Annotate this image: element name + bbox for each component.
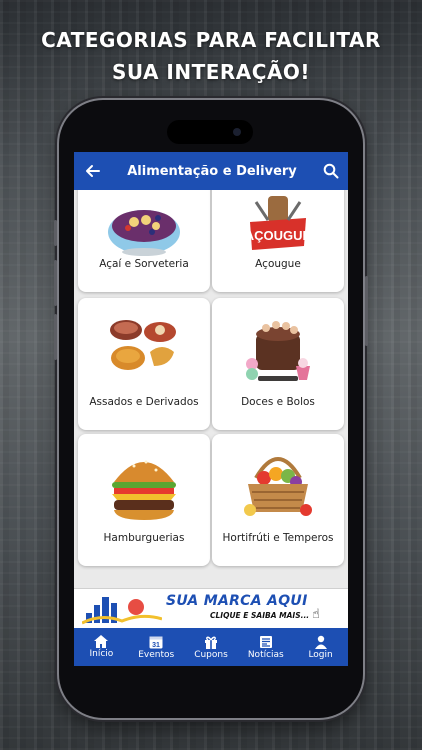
nav-label: Notícias [247,649,284,660]
phone-button [54,314,57,360]
burger-icon [112,460,176,520]
category-grid: Açaí e Sorveteria AÇOUGUE Açougue Assado… [74,190,348,588]
phone-button [365,276,368,346]
app-screen: Alimentação e Delivery Açaí e Sorveteria [74,152,348,666]
user-icon [314,635,327,649]
produce-basket-icon [244,457,312,516]
search-icon[interactable] [314,152,348,190]
app-bar: Alimentação e Delivery [74,152,348,190]
bh-city-logo [82,597,162,625]
category-label: Hamburguerias [103,532,185,544]
ad-banner[interactable]: SUA MARCA AQUI CLIQUE E SAIBA MAIS... ☝ [74,588,348,630]
category-label: Doces e Bolos [241,396,315,408]
category-card-hortifruti[interactable]: Hortifrúti e Temperos [212,434,344,566]
category-card-assados[interactable]: Assados e Derivados [78,298,210,430]
phone-frame: Alimentação e Delivery Açaí e Sorveteria [54,100,368,718]
dynamic-island [167,120,253,144]
phone-button [54,260,57,306]
bottom-navigation: Início 31 Eventos Cupons Notícias Login [74,628,348,666]
nav-login[interactable]: Login [293,628,348,666]
nav-noticias[interactable]: Notícias [238,628,293,666]
nav-eventos[interactable]: 31 Eventos [129,628,184,666]
category-card-acougue[interactable]: AÇOUGUE Açougue [212,190,344,292]
nav-label: Início [89,649,114,659]
arrow-left-icon[interactable] [74,152,110,190]
calendar-icon: 31 [149,636,163,649]
butcher-sign-text: AÇOUGUE [245,228,312,243]
cake-icon [246,321,310,381]
nav-label: Login [308,649,333,660]
home-icon [94,635,109,648]
page-title: Alimentação e Delivery [127,163,297,179]
category-label: Açougue [255,258,301,270]
roasts-icon [110,320,176,370]
category-card-hamburguerias[interactable]: Hamburguerias [78,434,210,566]
headline-line-1: CATEGORIAS PARA FACILITAR [41,28,381,52]
calendar-day: 31 [152,642,160,649]
banner-subline: CLIQUE E SAIBA MAIS... [210,611,310,620]
phone-button [54,220,57,246]
category-card-acai[interactable]: Açaí e Sorveteria [78,190,210,292]
category-label: Assados e Derivados [89,396,199,408]
category-label: Hortifrúti e Temperos [222,532,334,544]
pointer-hand-icon: ☝ [312,607,320,622]
newspaper-icon [259,635,272,648]
nav-label: Eventos [138,649,175,660]
nav-cupons[interactable]: Cupons [184,628,239,666]
category-card-doces[interactable]: Doces e Bolos [212,298,344,430]
promo-headline: CATEGORIAS PARA FACILITAR SUA INTERAÇÃO! [0,24,422,88]
banner-headline: SUA MARCA AQUI [166,593,308,609]
category-label: Açaí e Sorveteria [99,258,189,270]
nav-inicio[interactable]: Início [74,628,129,666]
nav-label: Cupons [194,649,228,660]
headline-line-2: SUA INTERAÇÃO! [111,60,311,84]
gift-icon [204,636,217,649]
